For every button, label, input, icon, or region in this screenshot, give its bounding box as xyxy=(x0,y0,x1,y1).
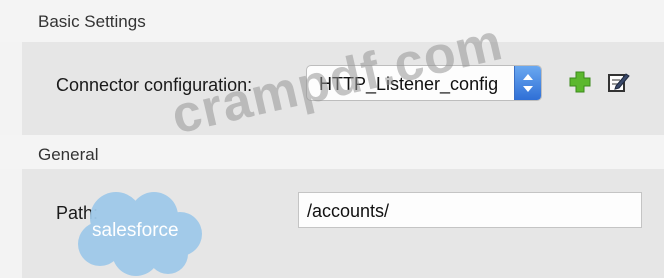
edit-icon xyxy=(608,73,630,92)
plus-icon xyxy=(569,71,591,93)
select-stepper-icon[interactable] xyxy=(514,66,541,100)
path-input-value: /accounts/ xyxy=(307,201,390,221)
general-title: General xyxy=(38,145,99,164)
path-input[interactable]: /accounts/ xyxy=(298,192,642,228)
salesforce-logo-text: salesforce xyxy=(92,220,179,241)
general-header: General xyxy=(0,135,664,169)
add-configuration-button[interactable] xyxy=(568,70,592,94)
basic-settings-header: Basic Settings xyxy=(0,0,664,42)
basic-settings-title: Basic Settings xyxy=(38,12,146,31)
edit-configuration-button[interactable] xyxy=(606,70,630,94)
